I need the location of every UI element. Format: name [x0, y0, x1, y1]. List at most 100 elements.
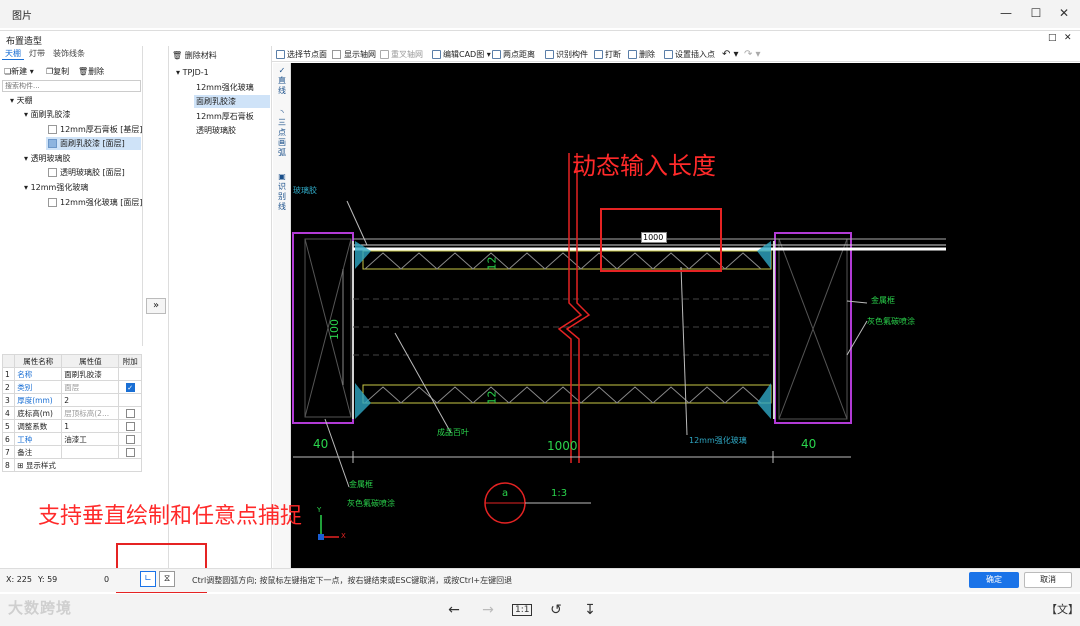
- col-header-value: 属性值: [61, 354, 120, 368]
- dim-1000: 1000: [547, 439, 578, 453]
- arrow-left-icon[interactable]: ←: [444, 600, 464, 620]
- axis-y-label: Y: [317, 506, 322, 514]
- tab-ceiling[interactable]: 天棚: [2, 48, 24, 60]
- tree-node-glue-face[interactable]: 透明玻璃胶 [面层]: [48, 166, 125, 179]
- identify-line-tool[interactable]: ▣ 识别线: [276, 172, 288, 212]
- edit-cad-button[interactable]: 编辑CAD图 ▾: [432, 49, 491, 61]
- cursor-y: Y: 59: [38, 575, 58, 584]
- label-fluoro-left: 灰色氟碳喷涂: [347, 499, 395, 508]
- cancel-button[interactable]: 取消: [1024, 572, 1072, 588]
- extra-checkbox[interactable]: ✓: [125, 382, 135, 392]
- label-metal-frame-right: 金属框: [871, 296, 895, 305]
- break-icon: [594, 50, 603, 59]
- viewer-toolbar: [0, 594, 1080, 626]
- translate-icon[interactable]: 【文】: [1046, 600, 1079, 620]
- extra-checkbox[interactable]: [125, 447, 135, 457]
- col-header-name: 属性名称: [14, 354, 63, 368]
- minimize-icon[interactable]: —: [995, 3, 1017, 23]
- tree-checkbox[interactable]: [48, 125, 57, 134]
- distance-icon: [492, 50, 501, 59]
- table-row[interactable]: 6 工种 油漆工: [1, 432, 142, 446]
- tree-checkbox[interactable]: [48, 168, 57, 177]
- arrow-right-icon[interactable]: →: [478, 600, 498, 620]
- tree-node-latex-face[interactable]: 面刷乳胶漆 [面层]: [46, 137, 141, 150]
- trash-icon: [628, 50, 637, 59]
- table-row[interactable]: 4 底标高(m) 层顶标高(2...: [1, 406, 142, 420]
- tree-checkbox[interactable]: [48, 139, 57, 148]
- line-icon: ✓: [278, 66, 286, 75]
- cad-canvas[interactable]: 玻璃胶 12 12 100 40 40 1000 金属框 灰色氟碳喷涂 成品百叶…: [291, 63, 1080, 568]
- new-button[interactable]: ❏新建 ▾: [4, 66, 34, 78]
- table-row[interactable]: 8 ⊞ 显示样式: [1, 458, 142, 472]
- show-grid-toggle[interactable]: 显示轴网: [332, 49, 376, 61]
- extra-checkbox[interactable]: [125, 421, 135, 431]
- delete-button[interactable]: 🗑删除: [78, 66, 104, 78]
- double-chevron-right-icon: »: [152, 300, 160, 311]
- identify-line-icon: ▣: [278, 172, 286, 181]
- close-icon[interactable]: ✕: [1053, 3, 1075, 23]
- dialog-restore-icon[interactable]: □: [1048, 33, 1057, 43]
- copy-button[interactable]: ❐复制: [46, 66, 69, 78]
- tree-node-glass-face[interactable]: 12mm强化玻璃 [面层]: [48, 196, 143, 209]
- two-point-distance-button[interactable]: 两点距离: [492, 49, 535, 61]
- expand-panel-button[interactable]: »: [146, 298, 166, 314]
- cursor-x: X: 225: [6, 575, 32, 584]
- annotation-dynamic-input: 动态输入长度: [572, 152, 716, 180]
- table-row[interactable]: 1 名称 面刷乳胶漆: [1, 367, 142, 381]
- cad-icon: [432, 50, 441, 59]
- delete-material-button[interactable]: 🗑 删除材料: [172, 50, 217, 61]
- ortho-toggle[interactable]: ∟: [140, 571, 156, 587]
- extra-checkbox[interactable]: [125, 408, 135, 418]
- tree-node-gypsum[interactable]: 12mm厚石膏板 [基层]: [48, 123, 143, 136]
- toolbar-delete-button[interactable]: 删除: [628, 49, 655, 61]
- maximize-icon[interactable]: ☐: [1025, 3, 1047, 23]
- table-row[interactable]: 2 类别 面层 ✓: [1, 380, 142, 394]
- break-button[interactable]: 打断: [594, 49, 621, 61]
- label-glass-12mm: 12mm强化玻璃: [689, 436, 747, 445]
- undo-icon[interactable]: ↶ ▾: [722, 49, 739, 61]
- cross-grid-button[interactable]: 重叉轴网: [380, 49, 423, 61]
- search-input[interactable]: [2, 80, 141, 92]
- tab-decor-line[interactable]: 装饰线条: [50, 48, 88, 60]
- trash-icon: 🗑: [78, 67, 89, 76]
- material-item[interactable]: 12mm强化玻璃: [196, 81, 254, 94]
- line-tool[interactable]: ✓ 直线: [276, 66, 288, 96]
- download-icon[interactable]: ↧: [580, 600, 600, 620]
- actual-size-icon[interactable]: 1:1: [512, 600, 533, 620]
- watermark: 大数跨境: [8, 599, 73, 617]
- extra-checkbox[interactable]: [125, 434, 135, 444]
- rotate-icon[interactable]: ↺: [546, 600, 566, 620]
- tree-node-glue[interactable]: ▾ 透明玻璃胶: [24, 152, 71, 165]
- set-insert-point-button[interactable]: 设置插入点: [664, 49, 715, 61]
- table-row[interactable]: 5 调整系数 1: [1, 419, 142, 433]
- tree-node-latex[interactable]: ▾ 面刷乳胶漆: [24, 108, 71, 121]
- select-node-button[interactable]: 选择节点面: [276, 49, 327, 61]
- label-glass-glue: 玻璃胶: [293, 186, 317, 195]
- tree-node-glass[interactable]: ▾ 12mm强化玻璃: [24, 181, 88, 194]
- axis-x-label: X: [341, 532, 346, 540]
- tree-checkbox[interactable]: [48, 198, 57, 207]
- label-fluoro-right: 灰色氟碳喷涂: [867, 317, 915, 326]
- arc-tool[interactable]: ◝ 三点画弧: [276, 108, 288, 158]
- arc-icon: ◝: [280, 108, 284, 117]
- ok-button[interactable]: 确定: [969, 572, 1019, 588]
- material-root[interactable]: ▾ TPJD-1: [176, 66, 209, 79]
- tab-light-strip[interactable]: 灯带: [26, 48, 48, 60]
- ortho-icon: ∟: [144, 574, 152, 584]
- material-item[interactable]: 透明玻璃胶: [196, 124, 236, 137]
- identify-icon: [545, 50, 554, 59]
- checkbox-icon: [332, 50, 341, 59]
- table-row[interactable]: 3 厚度(mm) 2: [1, 393, 142, 407]
- identify-component-button[interactable]: 识别构件: [545, 49, 588, 61]
- redo-icon[interactable]: ↷ ▾: [744, 49, 761, 61]
- annotation-vertical-snap: 支持垂直绘制和任意点捕捉: [38, 504, 303, 529]
- dim-40-left: 40: [313, 437, 329, 451]
- snap-toggle[interactable]: ⧖: [159, 571, 175, 587]
- status-hint: Ctrl调整圆弧方向; 按鼠标左键指定下一点，按右键结束或ESC键取消，或按Ct…: [192, 576, 513, 585]
- tree-node-ceiling[interactable]: ▾ 天棚: [10, 94, 33, 107]
- dialog-close-icon[interactable]: ✕: [1064, 33, 1072, 43]
- table-row[interactable]: 7 备注: [1, 445, 142, 459]
- material-item[interactable]: 12mm厚石膏板: [196, 110, 254, 123]
- material-item[interactable]: 面刷乳胶漆: [194, 95, 270, 108]
- grid-icon: [380, 50, 389, 59]
